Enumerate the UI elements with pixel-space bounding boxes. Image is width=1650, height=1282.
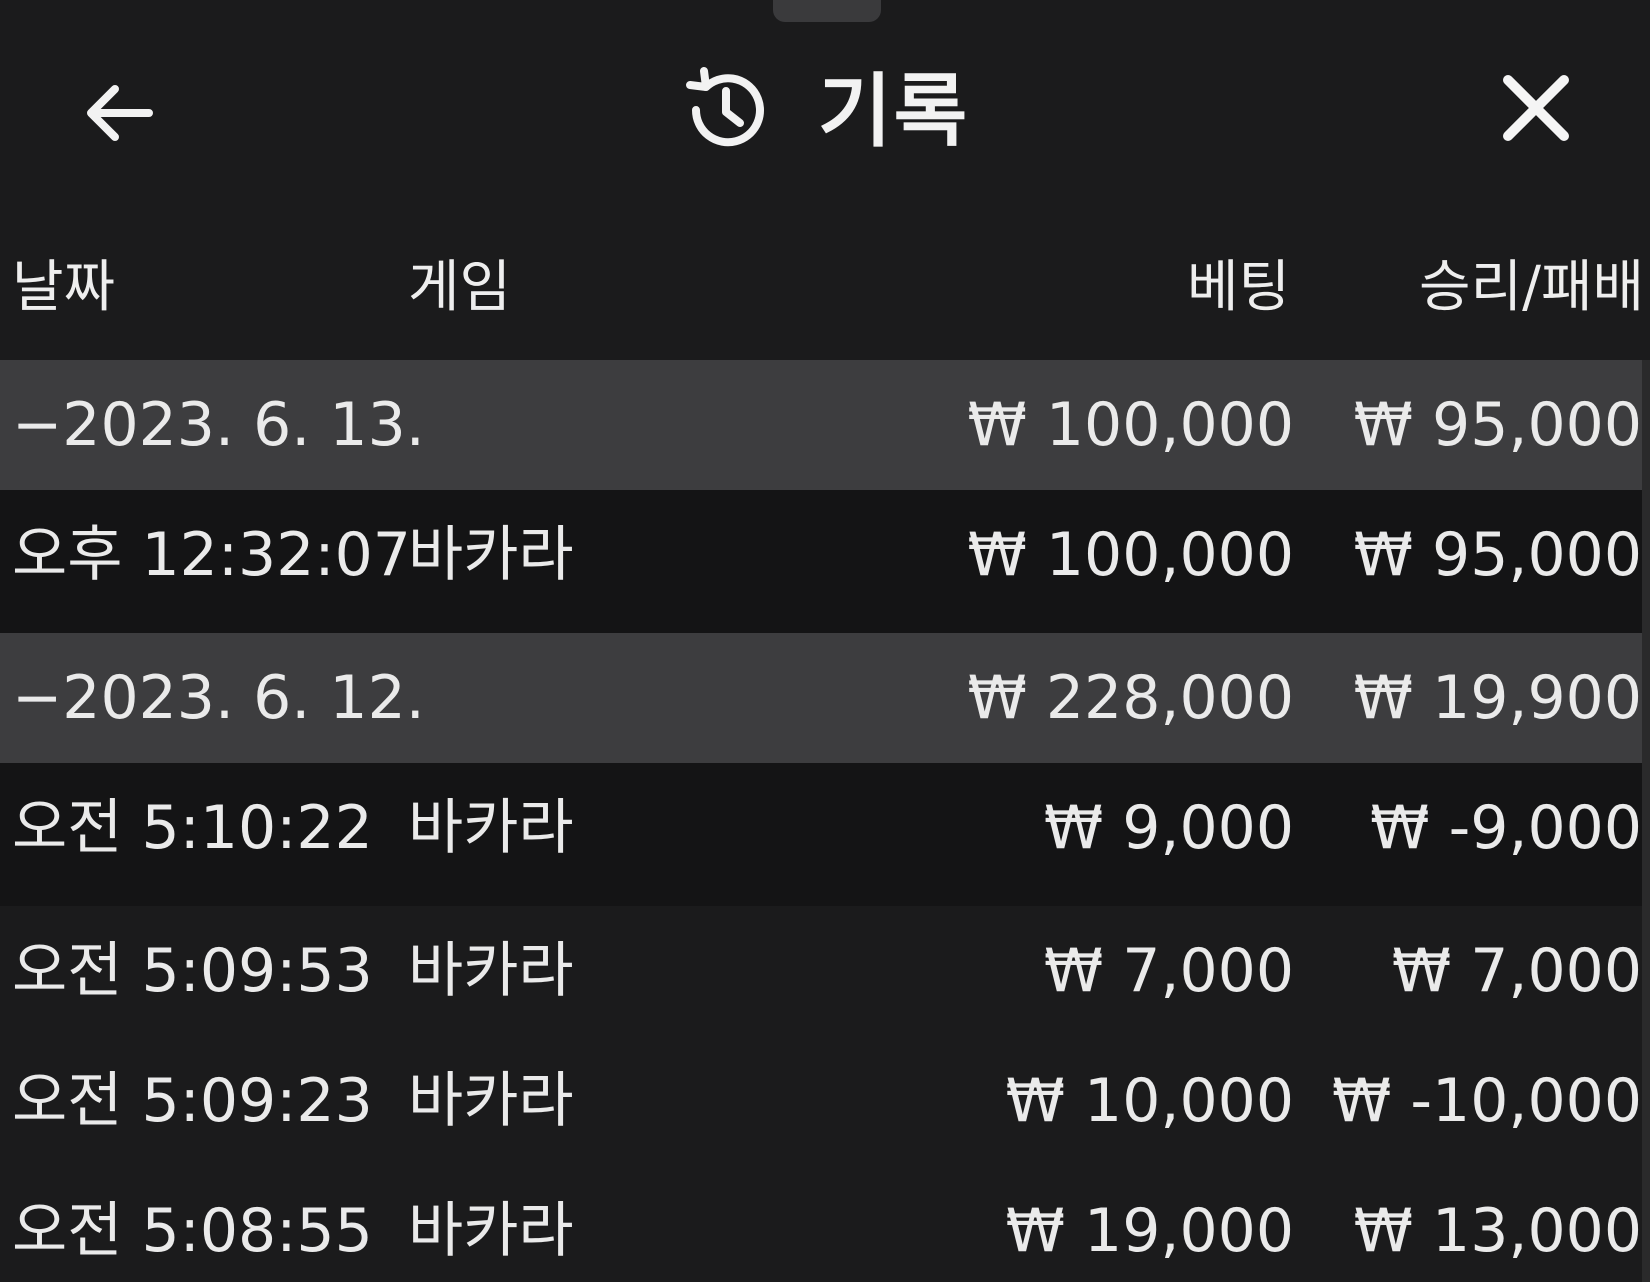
group-result-total: ₩ 19,900 (1353, 663, 1642, 733)
page-title: 기록 (818, 65, 970, 158)
column-header-date: 날짜 (12, 255, 116, 320)
date-group-row[interactable]: −2023. 6. 12. ₩ 228,000 ₩ 19,900 (0, 633, 1650, 763)
row-game: 바카라 (408, 1066, 574, 1136)
row-result: ₩ -9,000 (1370, 793, 1642, 863)
history-row[interactable]: 오전 5:09:23 바카라 ₩ 10,000 ₩ -10,000 (0, 1036, 1650, 1166)
row-time: 오전 5:08:55 (12, 1196, 373, 1266)
row-result: ₩ -10,000 (1332, 1066, 1642, 1136)
group-result-total: ₩ 95,000 (1353, 390, 1642, 460)
row-bet: ₩ 9,000 (1043, 793, 1294, 863)
row-time: 오전 5:10:22 (12, 793, 373, 863)
close-button[interactable] (1496, 70, 1576, 150)
history-row[interactable]: 오전 5:09:53 바카라 ₩ 7,000 ₩ 7,000 (0, 906, 1650, 1036)
history-row[interactable]: 오전 5:08:55 바카라 ₩ 19,000 ₩ 13,000 (0, 1166, 1650, 1282)
row-result: ₩ 95,000 (1353, 520, 1642, 590)
row-result: ₩ 13,000 (1353, 1196, 1642, 1266)
row-game: 바카라 (408, 1196, 574, 1266)
header: 기록 (0, 40, 1650, 180)
row-bet: ₩ 100,000 (967, 520, 1294, 590)
group-bet-total: ₩ 228,000 (967, 663, 1294, 733)
table-header: 날짜 게임 베팅 승리/패배 (0, 248, 1650, 328)
group-date: −2023. 6. 13. (12, 390, 425, 460)
column-header-result: 승리/패배 (1419, 255, 1644, 320)
sheet-grab-handle[interactable] (773, 0, 881, 22)
scrollbar[interactable] (1642, 360, 1650, 1282)
header-title-group: 기록 (680, 62, 969, 162)
back-button[interactable] (78, 82, 156, 148)
row-bet: ₩ 10,000 (1005, 1066, 1294, 1136)
history-sheet: 기록 날짜 게임 베팅 승리/패배 −2023. 6. 13. ₩ 100,00… (0, 0, 1650, 1282)
history-row[interactable]: 오후 12:32:07 바카라 ₩ 100,000 ₩ 95,000 (0, 490, 1650, 633)
arrow-left-icon (81, 83, 153, 147)
row-game: 바카라 (408, 793, 574, 863)
row-time: 오전 5:09:53 (12, 936, 373, 1006)
history-clock-icon (680, 65, 770, 159)
group-bet-total: ₩ 100,000 (967, 390, 1294, 460)
close-icon (1500, 72, 1572, 148)
row-time: 오전 5:09:23 (12, 1066, 373, 1136)
history-table: −2023. 6. 13. ₩ 100,000 ₩ 95,000 오후 12:3… (0, 360, 1650, 1282)
group-date: −2023. 6. 12. (12, 663, 425, 733)
column-header-game: 게임 (408, 255, 512, 320)
row-game: 바카라 (408, 520, 574, 590)
row-game: 바카라 (408, 936, 574, 1006)
row-bet: ₩ 7,000 (1043, 936, 1294, 1006)
column-header-bet: 베팅 (1186, 255, 1290, 320)
row-bet: ₩ 19,000 (1005, 1196, 1294, 1266)
date-group-row[interactable]: −2023. 6. 13. ₩ 100,000 ₩ 95,000 (0, 360, 1650, 490)
history-row[interactable]: 오전 5:10:22 바카라 ₩ 9,000 ₩ -9,000 (0, 763, 1650, 906)
row-result: ₩ 7,000 (1391, 936, 1642, 1006)
row-time: 오후 12:32:07 (12, 520, 411, 590)
